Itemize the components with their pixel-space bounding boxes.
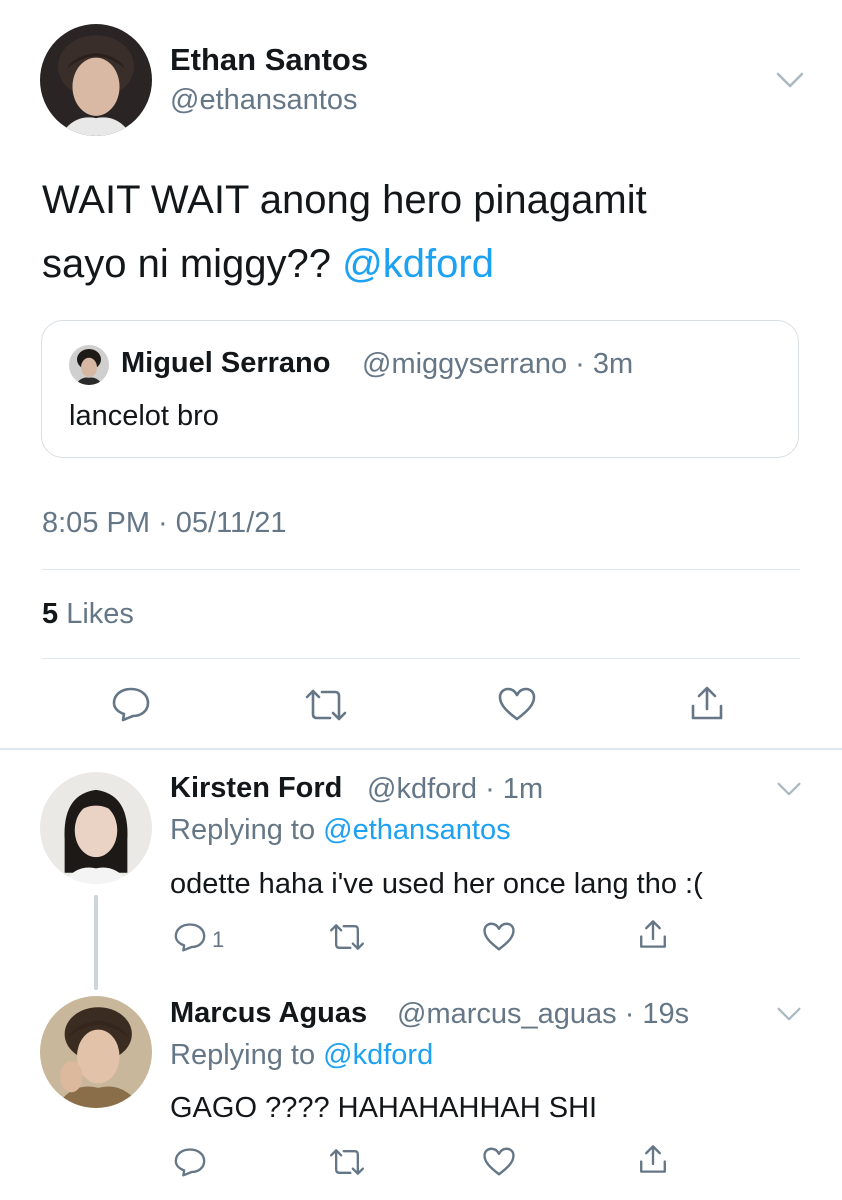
likes-label: Likes [66,598,134,630]
author-handle[interactable]: @ethansantos [170,84,357,117]
like-icon[interactable] [497,686,537,722]
quoted-tweet-text: lancelot bro [69,400,219,432]
reply-author-meta: @marcus_aguas · 19s [397,998,690,1030]
author-name[interactable]: Ethan Santos [170,42,368,78]
retweet-icon[interactable] [327,922,367,952]
divider [42,658,800,659]
replying-to: Replying to @kdford [170,1039,433,1072]
chevron-down-icon[interactable] [776,780,802,798]
share-icon[interactable] [637,918,669,950]
reply-icon[interactable] [111,686,151,722]
tweet-text: WAIT WAIT anong hero pinagamit sayo ni m… [42,168,802,296]
share-icon[interactable] [688,684,726,722]
quoted-tweet-card[interactable] [41,320,799,458]
quoted-author-name: Miguel Serrano [121,347,331,379]
chevron-down-icon[interactable] [776,1005,802,1023]
reply-icon[interactable] [173,922,207,952]
replying-to: Replying to @ethansantos [170,814,511,847]
replying-prefix: Replying to [170,814,324,846]
reply-author-avatar[interactable] [40,996,152,1108]
reply-count: 1 [212,927,225,952]
author-avatar[interactable] [40,24,152,136]
reply-text: GAGO ???? HAHAHAHHAH SHI [170,1092,598,1124]
tweet-text-line-2: sayo ni miggy?? @kdford [42,232,802,296]
reply-author-avatar[interactable] [40,772,152,884]
replying-prefix: Replying to [170,1039,324,1071]
divider [42,569,800,570]
quoted-author-meta: @miggyserrano · 3m [362,348,634,380]
tweet-timestamp: 8:05 PM · 05/11/21 [42,507,287,539]
reply-icon[interactable] [173,1147,207,1177]
retweet-icon[interactable] [327,1147,367,1177]
reply-author-name[interactable]: Kirsten Ford [170,772,342,805]
reply-author-meta: @kdford · 1m [367,773,544,805]
replying-to-link[interactable]: @ethansantos [323,814,510,846]
reply-author-name[interactable]: Marcus Aguas [170,997,367,1030]
section-divider [0,748,842,750]
retweet-icon[interactable] [302,688,350,722]
share-icon[interactable] [637,1143,669,1175]
quoted-author-avatar [69,345,109,385]
likes-number: 5 [42,598,59,630]
chevron-down-icon[interactable] [775,70,805,90]
like-icon[interactable] [482,921,516,952]
mention-link[interactable]: @kdford [342,242,494,286]
like-icon[interactable] [482,1146,516,1177]
likes-count[interactable]: 5 Likes [42,598,134,631]
replying-to-link[interactable]: @kdford [323,1039,433,1071]
reply-text: odette haha i've used her once lang tho … [170,868,703,900]
tweet-text-segment: sayo ni miggy?? [42,242,343,286]
tweet-text-line-1: WAIT WAIT anong hero pinagamit [42,178,647,222]
thread-line [94,895,98,990]
